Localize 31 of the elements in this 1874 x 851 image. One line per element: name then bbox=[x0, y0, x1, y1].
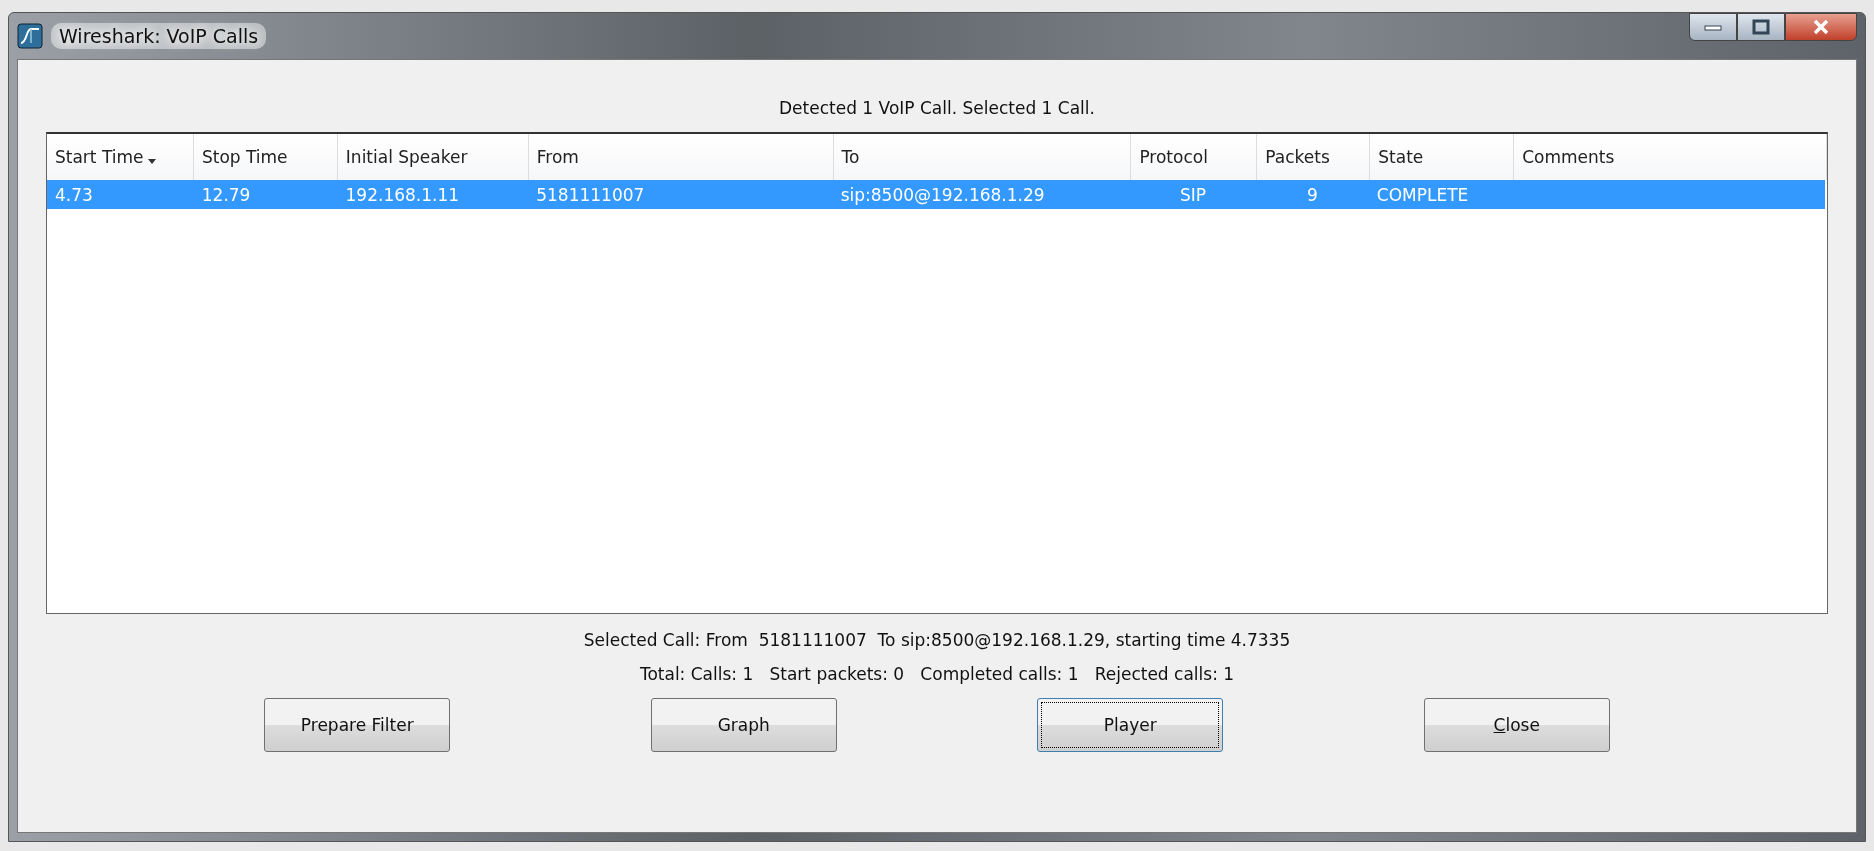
summary-text: Detected 1 VoIP Call. Selected 1 Call. bbox=[779, 98, 1095, 118]
column-header[interactable]: Comments bbox=[1514, 134, 1827, 180]
dialog-button[interactable]: Player bbox=[1037, 698, 1224, 752]
table-cell-text: COMPLETE bbox=[1375, 183, 1470, 207]
maximize-icon bbox=[1752, 19, 1770, 35]
close-button[interactable] bbox=[1785, 13, 1857, 41]
column-header[interactable]: Stop Time bbox=[193, 134, 338, 180]
close-icon bbox=[1812, 19, 1830, 35]
maximize-button[interactable] bbox=[1737, 13, 1785, 41]
table-cell-text: SIP bbox=[1179, 183, 1208, 207]
app-icon bbox=[17, 23, 43, 49]
table-cell-text: sip:8500@192.168.1.29 bbox=[839, 183, 1046, 207]
minimize-button[interactable] bbox=[1689, 13, 1737, 41]
column-header[interactable]: Protocol bbox=[1131, 134, 1258, 180]
minimize-icon bbox=[1704, 23, 1722, 31]
table-cell-text: 9 bbox=[1305, 183, 1319, 207]
totals-text: Total: Calls: 1 Start packets: 0 Completed calls: 1 Rejected calls: 1 bbox=[639, 664, 1235, 684]
table-cell-text: 5181111007 bbox=[535, 183, 646, 207]
table-cell-text: 192.168.1.11 bbox=[344, 183, 461, 207]
column-header[interactable]: Start Time bbox=[47, 134, 194, 180]
selected-call-text: Selected Call: From 5181111007 To sip:8500@192.168.1.29, starting time 4.7335 bbox=[583, 630, 1291, 650]
table-cell-text: 4.73 bbox=[54, 183, 94, 207]
dialog-button[interactable]: Graph bbox=[650, 698, 837, 752]
column-header[interactable]: Packets bbox=[1257, 134, 1371, 180]
dialog-button[interactable]: Prepare Filter bbox=[264, 698, 451, 752]
dialog-button[interactable]: Close bbox=[1423, 698, 1610, 752]
column-header[interactable]: From bbox=[528, 134, 834, 180]
column-header[interactable]: State bbox=[1370, 134, 1515, 180]
column-header[interactable]: Initial Speaker bbox=[337, 134, 529, 180]
column-header[interactable]: To bbox=[833, 134, 1132, 180]
table-cell-text: 12.79 bbox=[200, 183, 252, 207]
